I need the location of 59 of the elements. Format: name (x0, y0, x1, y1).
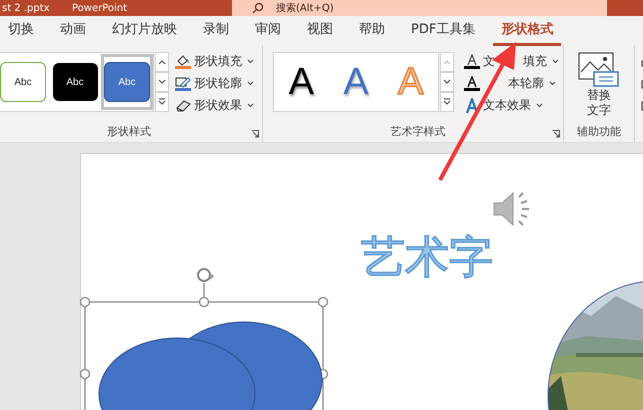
pencil-icon (175, 76, 191, 92)
image-alt-text-icon (578, 52, 620, 88)
text-outline-icon (464, 76, 480, 92)
style-option[interactable]: Abc (49, 54, 101, 110)
wordart-style-option[interactable]: A (339, 60, 373, 104)
alt-text-button[interactable]: 替换文字 (578, 52, 620, 120)
paint-bucket-icon (175, 54, 191, 70)
dialog-launcher-icon[interactable] (552, 130, 560, 138)
dropdown-icon (247, 81, 254, 86)
command-label: 填充 (523, 53, 547, 70)
command-button[interactable]: 形状轮廓 (175, 74, 254, 93)
ribbon-tab[interactable]: 审阅 (247, 16, 289, 46)
chevron-up-icon (158, 59, 166, 65)
wordart-style-option[interactable]: A (284, 60, 318, 104)
dropdown-icon (552, 59, 559, 64)
style-preview: Abc (104, 62, 150, 102)
chevron-up-icon (443, 59, 451, 65)
style-option[interactable]: Abc (0, 54, 49, 110)
dropdown-icon (247, 103, 254, 108)
expand-icon (158, 98, 166, 106)
group-label: 形状样式 (107, 124, 151, 138)
command-label: 文本效果 (483, 97, 531, 114)
command-button[interactable]: 形状填充 (175, 52, 254, 71)
chevron-down-icon (443, 79, 451, 85)
command-label: 本轮廓 (508, 75, 544, 92)
command-button[interactable]: 文 填充 (464, 52, 559, 71)
command-button[interactable]: 形状效果 (175, 96, 254, 115)
text-fill-icon (464, 54, 480, 70)
app-name: PowerPoint (72, 2, 128, 14)
ribbon-tab[interactable]: 动画 (52, 16, 94, 46)
style-preview: Abc (0, 62, 46, 102)
ribbon-tab[interactable]: 幻灯片放映 (104, 16, 185, 46)
search-icon (252, 2, 264, 14)
scroll-down-button[interactable] (440, 72, 454, 92)
eraser-icon (175, 98, 191, 114)
group-label: 辅助功能 (577, 124, 621, 138)
search-field[interactable]: 搜索(Alt+Q) (232, 0, 607, 16)
ribbon-tab[interactable]: 帮助 (351, 16, 393, 46)
dropdown-icon (247, 59, 254, 64)
dropdown-icon (549, 81, 556, 86)
expand-icon (443, 98, 451, 106)
ribbon-tab[interactable]: 视图 (299, 16, 341, 46)
ribbon-tab[interactable]: 切换 (0, 16, 42, 46)
ribbon-tab[interactable]: PDF工具集 (403, 16, 484, 46)
more-button[interactable] (155, 92, 169, 112)
command-button[interactable]: 本轮廓 (464, 74, 559, 93)
ribbon-tab[interactable]: 录制 (195, 16, 237, 46)
style-option[interactable]: Abc (101, 54, 153, 110)
command-button[interactable]: 文本效果 (464, 96, 559, 115)
scroll-down-button[interactable] (155, 72, 169, 92)
scroll-up-button[interactable] (155, 52, 169, 72)
command-label: 文 (483, 53, 495, 70)
dropdown-icon (536, 103, 543, 108)
group-label: 艺术字样式 (390, 124, 446, 138)
dialog-launcher-icon[interactable] (251, 130, 259, 138)
style-preview: Abc (52, 63, 98, 101)
more-button[interactable] (440, 92, 454, 112)
document-title: st 2 .pptx (1, 2, 51, 14)
chevron-down-icon (158, 79, 166, 85)
